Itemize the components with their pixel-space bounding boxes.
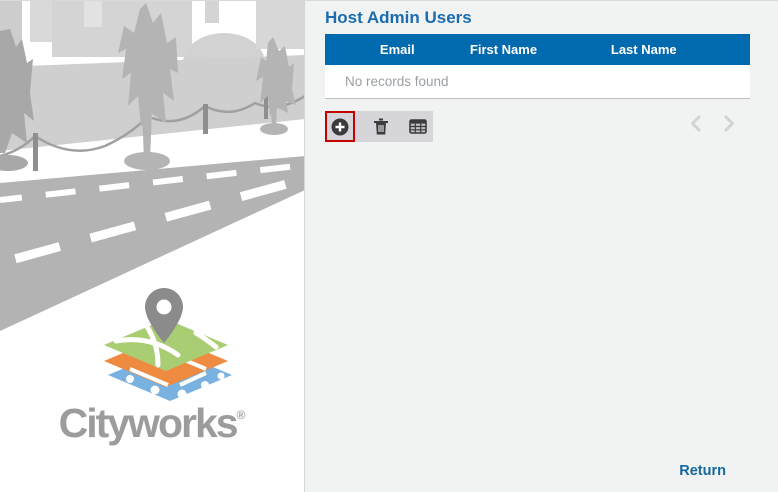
users-table: Email First Name Last Name No records fo… xyxy=(325,34,750,99)
return-link[interactable]: Return xyxy=(679,463,726,479)
registered-mark: ® xyxy=(237,408,246,422)
table-grid-icon xyxy=(409,119,427,134)
chevron-right-icon xyxy=(723,115,735,132)
cityworks-wordmark: Cityworks® xyxy=(0,400,304,447)
delete-user-button[interactable] xyxy=(366,111,396,142)
brand-name: Cityworks xyxy=(59,400,237,446)
cityworks-logo xyxy=(104,288,232,401)
empty-state-row: No records found xyxy=(325,65,750,98)
column-header-email: Email xyxy=(325,42,470,57)
host-admin-users-panel: Host Admin Users Email First Name Last N… xyxy=(305,1,778,492)
trash-icon xyxy=(373,118,389,136)
cityworks-admin-page: Cityworks® Host Admin Users Email First … xyxy=(0,0,778,492)
next-page-button[interactable] xyxy=(721,113,737,134)
pagination xyxy=(688,113,737,134)
users-toolbar xyxy=(325,111,433,142)
previous-page-button[interactable] xyxy=(688,113,704,134)
add-user-button[interactable] xyxy=(325,111,355,142)
page-title: Host Admin Users xyxy=(325,8,472,28)
no-records-message: No records found xyxy=(345,74,449,89)
chevron-left-icon xyxy=(690,115,702,132)
column-header-last-name: Last Name xyxy=(538,42,751,57)
add-plus-circle-icon xyxy=(330,117,350,137)
brand-panel: Cityworks® xyxy=(0,1,305,492)
users-table-header: Email First Name Last Name xyxy=(325,34,750,65)
column-header-first-name: First Name xyxy=(470,42,538,57)
grid-view-button[interactable] xyxy=(403,111,433,142)
